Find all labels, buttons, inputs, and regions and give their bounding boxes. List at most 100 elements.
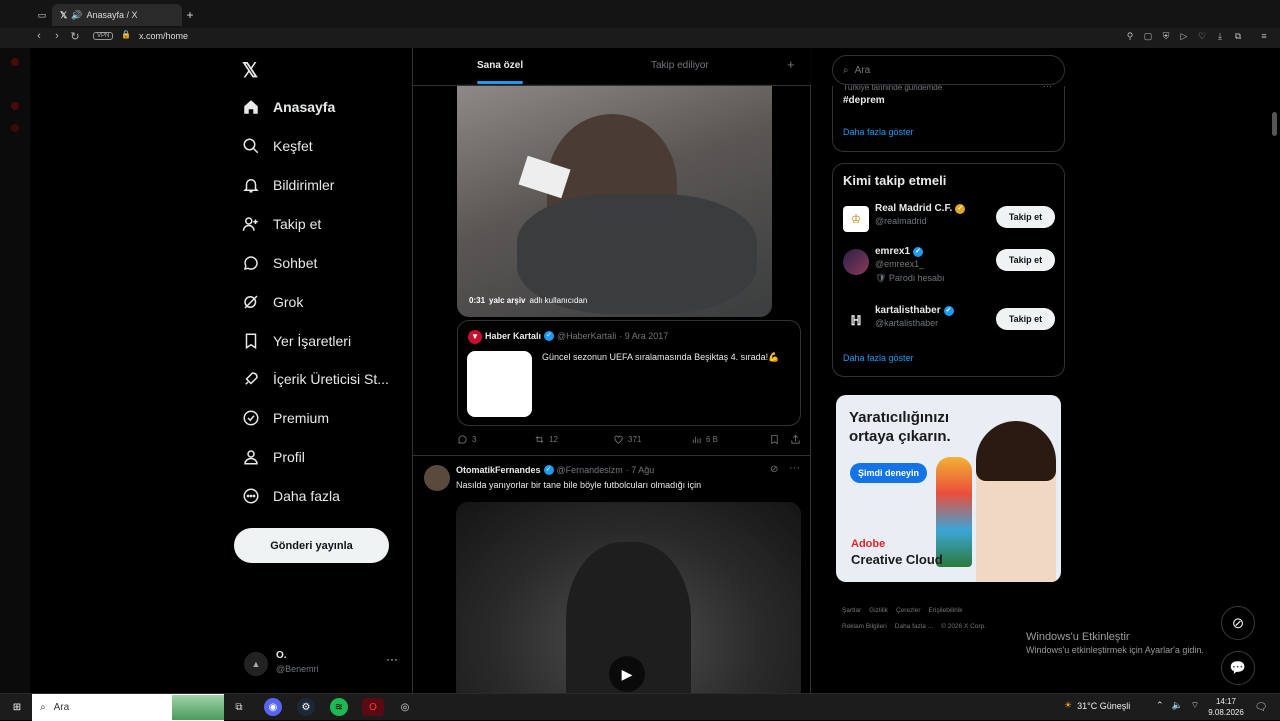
- follow-button[interactable]: Takip et: [996, 308, 1055, 330]
- follow-suggestion[interactable]: ♔ Real Madrid C.F. ✓ @realmadrid Takip et: [843, 203, 1055, 243]
- steam-icon[interactable]: ⚙: [297, 698, 315, 716]
- heart-icon[interactable]: ♡: [1196, 31, 1208, 43]
- footer-link[interactable]: Gizlilik: [869, 607, 888, 614]
- account-handle: @kartalisthaber: [875, 318, 939, 328]
- messages-fab[interactable]: 💬: [1221, 651, 1255, 685]
- opera-icon[interactable]: O: [362, 698, 384, 716]
- sidebar-item-6[interactable]: Yer İşaretleri: [242, 332, 351, 350]
- vpn-badge[interactable]: VPN: [93, 32, 114, 40]
- url-field[interactable]: x.com/home: [139, 31, 188, 41]
- chevron-up-icon[interactable]: ⌃: [1156, 700, 1164, 711]
- bookmark-button[interactable]: [769, 434, 780, 445]
- share-button[interactable]: [790, 434, 801, 445]
- quote-image[interactable]: [467, 351, 532, 417]
- browser-tab-active[interactable]: 𝕏 🔊 Anasayfa / X: [52, 4, 182, 26]
- footer-link[interactable]: Şartlar: [842, 607, 861, 614]
- tweet-text: Nasılda yanıyorlar bir tane bile böyle f…: [456, 480, 702, 490]
- reload-icon[interactable]: ↻: [68, 30, 82, 46]
- sidebar-item-7[interactable]: İçerik Üreticisi St...: [242, 370, 389, 388]
- footer-link[interactable]: © 2026 X Corp.: [941, 623, 986, 630]
- trend-name[interactable]: #deprem: [843, 95, 885, 106]
- tab-following[interactable]: Takip ediliyor: [651, 60, 709, 71]
- shield-icon[interactable]: ⛨: [1160, 31, 1172, 43]
- quote-handle[interactable]: @HaberKartali: [557, 331, 616, 341]
- follow-suggestion[interactable]: ℍ kartalisthaber ✓ @kartalisthaber Takip …: [843, 305, 1055, 345]
- forward-icon[interactable]: ›: [50, 30, 64, 46]
- follow-suggestion[interactable]: emrex1 ✓ @emreex1_ 🛡 Parodi hesabı Takip …: [843, 246, 1055, 286]
- sidebar-dot-icon[interactable]: [11, 58, 19, 66]
- footer-link[interactable]: Reklam Bilgileri: [842, 623, 887, 630]
- sidebar-item-10[interactable]: Daha fazla: [242, 487, 340, 505]
- volume-icon[interactable]: 🔈: [1172, 700, 1183, 711]
- footer-link[interactable]: Çerezler: [896, 607, 921, 614]
- grok-fab[interactable]: ⊘: [1221, 606, 1255, 640]
- browser-chrome: ▭ 𝕏 🔊 Anasayfa / X + ‹ › ↻ VPN 🔒 x.com/h…: [0, 0, 1280, 48]
- follow-button[interactable]: Takip et: [996, 206, 1055, 228]
- sidebar-item-5[interactable]: Grok: [242, 293, 303, 311]
- x-logo-icon[interactable]: 𝕏: [242, 58, 258, 83]
- windows-start-icon[interactable]: ⊞: [8, 698, 26, 716]
- back-icon[interactable]: ‹: [32, 30, 46, 46]
- play-icon[interactable]: ▶: [609, 656, 645, 692]
- notification-icon[interactable]: 🗨: [1252, 698, 1270, 716]
- screenshot-icon[interactable]: ▢: [1142, 31, 1154, 43]
- menu-icon[interactable]: ≡: [1258, 31, 1270, 43]
- account-switcher[interactable]: ▲ O. @Benemri ···: [242, 648, 407, 682]
- sidebar-dot-icon[interactable]: [11, 124, 19, 132]
- task-view-icon[interactable]: ⧉: [230, 698, 248, 716]
- more-icon[interactable]: ···: [386, 652, 398, 666]
- reply-button[interactable]: 3: [457, 434, 476, 445]
- views-button[interactable]: 6 B: [691, 434, 718, 445]
- adobe-ad[interactable]: Yaratıcılığınızı ortaya çıkarın. Şimdi d…: [836, 395, 1061, 582]
- sidebar-dot-icon[interactable]: [11, 102, 19, 110]
- taskbar-search-input[interactable]: Ara: [54, 702, 70, 713]
- tab-for-you[interactable]: Sana özel: [477, 60, 523, 71]
- sidebar-item-8[interactable]: Premium: [242, 409, 329, 427]
- spotify-icon[interactable]: ≋: [330, 698, 348, 716]
- footer-link[interactable]: Daha fazla ...: [895, 623, 933, 630]
- network-icon[interactable]: ⌔: [1191, 700, 1199, 711]
- retweet-button[interactable]: 12: [534, 434, 558, 445]
- search-input[interactable]: Ara: [855, 65, 871, 76]
- sidebar-item-3[interactable]: Takip et: [242, 215, 321, 233]
- taskbar-search[interactable]: ⌕ Ara: [32, 694, 224, 721]
- play-icon[interactable]: ▷: [1178, 31, 1190, 43]
- video-player[interactable]: 0:31 yalc arşiv adlı kullanıcıdan: [457, 84, 772, 317]
- new-tab-button[interactable]: +: [184, 4, 196, 26]
- show-more-link[interactable]: Daha fazla göster: [843, 353, 914, 363]
- grok-icon[interactable]: ⊘: [770, 464, 778, 475]
- follow-button[interactable]: Takip et: [996, 249, 1055, 271]
- obs-icon[interactable]: ◎: [396, 698, 414, 716]
- like-button[interactable]: 371: [613, 434, 641, 445]
- sidebar-item-9[interactable]: Profil: [242, 448, 305, 466]
- sidebar-item-2[interactable]: Bildirimler: [242, 176, 334, 194]
- more-icon[interactable]: ···: [789, 462, 800, 474]
- download-icon[interactable]: ⤓: [1214, 31, 1226, 43]
- quote-author[interactable]: Haber Kartalı: [485, 331, 541, 341]
- pin-icon[interactable]: ⚲: [1124, 31, 1136, 43]
- clock[interactable]: 14:17 9.08.2026: [1206, 696, 1246, 718]
- sidebar-item-0[interactable]: Anasayfa: [242, 98, 335, 116]
- video-credit-user[interactable]: yalc arşiv: [489, 296, 525, 305]
- scrollbar[interactable]: [1272, 112, 1277, 136]
- tweet[interactable]: OtomatikFernandes ✓ @Fernandeslzm · 7 Ağ…: [413, 455, 811, 693]
- avatar[interactable]: [424, 465, 450, 491]
- quoted-tweet[interactable]: ▼ Haber Kartalı ✓ @HaberKartali · 9 Ara …: [457, 320, 801, 426]
- video-player[interactable]: ▶: [456, 502, 801, 693]
- footer-link[interactable]: Erişilebilirlik: [929, 607, 963, 614]
- tweet-author[interactable]: OtomatikFernandes: [456, 465, 541, 475]
- discord-icon[interactable]: ◉: [264, 698, 282, 716]
- sidebar-item-1[interactable]: Keşfet: [242, 137, 313, 155]
- post-button[interactable]: Gönderi yayınla: [234, 528, 389, 563]
- sidebar-item-label: Profil: [273, 449, 305, 465]
- add-tab-icon[interactable]: +: [787, 57, 795, 72]
- show-more-link[interactable]: Daha fazla göster: [843, 127, 914, 137]
- tweet-handle[interactable]: @Fernandeslzm: [557, 465, 623, 475]
- sidebar-item-4[interactable]: Sohbet: [242, 254, 317, 272]
- ad-cta-button[interactable]: Şimdi deneyin: [850, 463, 928, 483]
- weather-widget[interactable]: ☀ 31°C Güneşli: [1064, 700, 1130, 711]
- tab-overview-icon[interactable]: ▭: [34, 4, 50, 26]
- extensions-icon[interactable]: ⧉: [1232, 31, 1244, 43]
- search-bar[interactable]: ⌕ Ara: [832, 55, 1065, 85]
- video-overlay: 0:31 yalc arşiv adlı kullanıcıdan: [469, 296, 587, 305]
